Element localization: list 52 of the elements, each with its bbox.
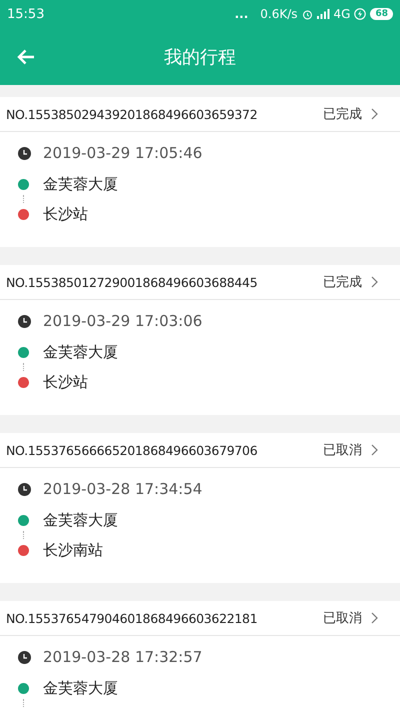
clock-icon	[18, 650, 31, 664]
chevron-right-icon	[371, 276, 378, 288]
clock-icon	[18, 314, 31, 328]
dotted-line	[23, 195, 24, 203]
back-arrow-icon[interactable]	[17, 48, 35, 64]
trip-card[interactable]: NO.155376566665201868496603679706 已取消 2019-03-28 17:34:54 金芙蓉大厦 长沙南站	[0, 433, 400, 583]
origin-name: 金芙蓉大厦	[43, 174, 118, 194]
destination-name: 长沙站	[43, 372, 88, 392]
charging-icon	[354, 8, 366, 20]
dotted-line	[23, 531, 24, 539]
chevron-right-icon	[371, 108, 378, 120]
alarm-icon	[302, 8, 313, 20]
destination-name: 长沙南站	[43, 540, 103, 560]
trip-time: 2019-03-29 17:03:06	[43, 312, 202, 330]
origin-dot	[18, 682, 29, 694]
trip-time: 2019-03-28 17:32:57	[43, 648, 202, 666]
destination-dot	[18, 376, 29, 388]
origin-name: 金芙蓉大厦	[43, 342, 118, 362]
clock-time: 15:53	[7, 6, 44, 22]
order-status: 已取消	[323, 442, 362, 459]
network-type: 4G	[334, 7, 350, 21]
order-status: 已完成	[323, 106, 362, 123]
clock-icon	[18, 482, 31, 496]
trip-card[interactable]: NO.155385029439201868496603659372 已完成 2019-03-29 17:05:46 金芙蓉大厦 长沙站	[0, 97, 400, 247]
clock-icon	[18, 146, 31, 160]
dotted-line	[23, 699, 24, 707]
origin-name: 金芙蓉大厦	[43, 510, 118, 530]
destination-dot	[18, 208, 29, 220]
origin-name: 金芙蓉大厦	[43, 678, 118, 698]
order-number: NO.155376547904601868496603622181	[6, 610, 258, 626]
order-status: 已取消	[323, 610, 362, 627]
destination-dot	[18, 544, 29, 556]
network-speed: 0.6K/s	[260, 7, 298, 21]
dotted-line	[23, 363, 24, 371]
signal-icon	[316, 9, 330, 19]
order-number: NO.155385029439201868496603659372	[6, 106, 258, 122]
origin-dot	[18, 514, 29, 526]
trip-card[interactable]: NO.155385012729001868496603688445 已完成 2019-03-29 17:03:06 金芙蓉大厦 长沙站	[0, 265, 400, 415]
chevron-right-icon	[371, 444, 378, 456]
order-status: 已完成	[323, 274, 362, 291]
notification-dots: ...	[234, 7, 248, 21]
page-title: 我的行程	[163, 46, 237, 68]
trip-card[interactable]: NO.155376547904601868496603622181 已取消 2019-03-28 17:32:57 金芙蓉大厦	[0, 601, 400, 711]
origin-dot	[18, 178, 29, 190]
chevron-right-icon	[371, 612, 378, 624]
trip-time: 2019-03-29 17:05:46	[43, 144, 202, 162]
order-number: NO.155385012729001868496603688445	[6, 274, 258, 290]
battery-level: 68	[370, 8, 393, 20]
origin-dot	[18, 346, 29, 358]
destination-name: 长沙站	[43, 204, 88, 224]
trip-time: 2019-03-28 17:34:54	[43, 480, 202, 498]
order-number: NO.155376566665201868496603679706	[6, 442, 258, 458]
